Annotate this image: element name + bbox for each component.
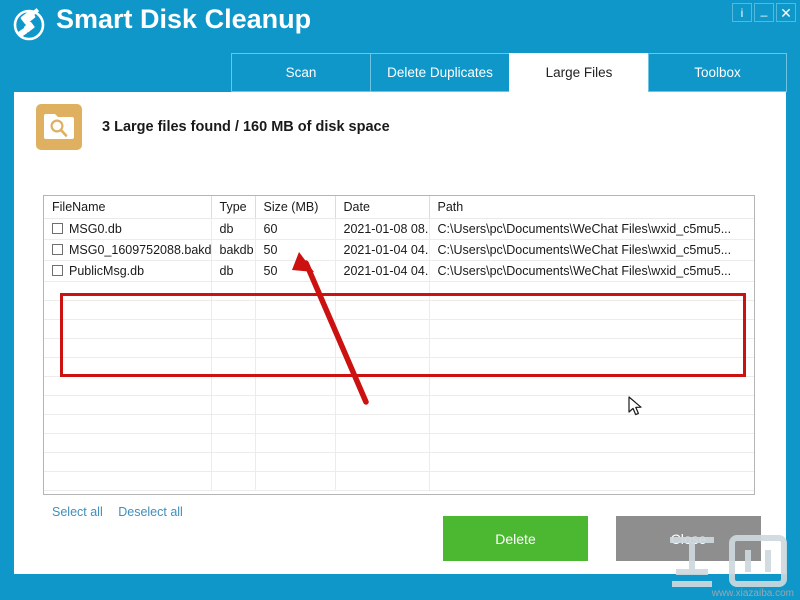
deselect-all-link[interactable]: Deselect all xyxy=(118,505,183,519)
folder-search-icon xyxy=(36,104,82,150)
column-header-type[interactable]: Type xyxy=(211,196,256,219)
cell-filename: PublicMsg.db xyxy=(44,260,212,282)
close-window-button[interactable]: ✕ xyxy=(776,3,796,22)
table-empty-row xyxy=(44,281,754,301)
table-empty-row xyxy=(44,395,754,415)
column-header-path[interactable]: Path xyxy=(429,196,754,219)
window-controls: i _ ✕ xyxy=(732,3,796,22)
results-summary: 3 Large files found / 160 MB of disk spa… xyxy=(102,119,390,135)
table-empty-row xyxy=(44,300,754,320)
filename-text: MSG0_1609752088.bakdb xyxy=(69,243,211,257)
file-table-panel[interactable]: FileName Type Size (MB) Date Path MSG0.d… xyxy=(43,195,755,495)
cell-size: 50 xyxy=(255,260,336,282)
cell-path: C:\Users\pc\Documents\WeChat Files\wxid_… xyxy=(429,260,754,282)
info-button[interactable]: i xyxy=(732,3,752,22)
cell-filename: MSG0_1609752088.bakdb xyxy=(44,239,212,261)
cell-path: C:\Users\pc\Documents\WeChat Files\wxid_… xyxy=(429,239,754,261)
row-checkbox[interactable] xyxy=(52,265,63,276)
close-button[interactable]: Close xyxy=(616,516,761,561)
row-checkbox[interactable] xyxy=(52,244,63,255)
file-table: FileName Type Size (MB) Date Path MSG0.d… xyxy=(44,196,754,491)
table-empty-row xyxy=(44,338,754,358)
cell-date: 2021-01-04 04... xyxy=(335,239,430,261)
select-all-link[interactable]: Select all xyxy=(52,505,103,519)
app-window: Smart Disk Cleanup i _ ✕ Scan Delete Dup… xyxy=(0,0,800,600)
table-row[interactable]: MSG0.db db 60 2021-01-08 08... C:\Users\pc\D… xyxy=(44,218,754,240)
column-header-size[interactable]: Size (MB) xyxy=(255,196,336,219)
table-row[interactable]: PublicMsg.db db 50 2021-01-04 04... C:\Users… xyxy=(44,260,754,282)
table-empty-row xyxy=(44,357,754,377)
cell-filename: MSG0.db xyxy=(44,218,212,240)
content-panel: 3 Large files found / 160 MB of disk spa… xyxy=(14,92,786,574)
column-header-date[interactable]: Date xyxy=(335,196,430,219)
filename-text: PublicMsg.db xyxy=(69,264,145,278)
titlebar: Smart Disk Cleanup i _ ✕ xyxy=(0,0,800,48)
tab-delete-duplicates[interactable]: Delete Duplicates xyxy=(370,53,509,92)
minimize-button[interactable]: _ xyxy=(754,3,774,22)
table-empty-row xyxy=(44,319,754,339)
results-header: 3 Large files found / 160 MB of disk spa… xyxy=(14,92,786,170)
cell-date: 2021-01-08 08... xyxy=(335,218,430,240)
filename-text: MSG0.db xyxy=(69,222,122,236)
delete-button[interactable]: Delete xyxy=(443,516,588,561)
table-empty-row xyxy=(44,376,754,396)
cell-path: C:\Users\pc\Documents\WeChat Files\wxid_… xyxy=(429,218,754,240)
disk-brush-icon xyxy=(9,6,49,44)
table-header-row: FileName Type Size (MB) Date Path xyxy=(44,196,754,219)
cell-type: bakdb xyxy=(211,239,256,261)
cell-size: 50 xyxy=(255,239,336,261)
table-empty-row xyxy=(44,414,754,434)
tab-toolbox[interactable]: Toolbox xyxy=(648,53,787,92)
cell-size: 60 xyxy=(255,218,336,240)
tabbar: Scan Delete Duplicates Large Files Toolb… xyxy=(231,53,787,92)
tab-scan[interactable]: Scan xyxy=(231,53,370,92)
cell-type: db xyxy=(211,260,256,282)
watermark-url: www.xiazaiba.com xyxy=(711,588,794,599)
file-table-body: MSG0.db db 60 2021-01-08 08... C:\Users\pc\D… xyxy=(44,218,754,491)
selection-links: Select all Deselect all xyxy=(52,505,195,519)
table-empty-row xyxy=(44,433,754,453)
table-row[interactable]: MSG0_1609752088.bakdb bakdb 50 2021-01-04 0… xyxy=(44,239,754,261)
app-title: Smart Disk Cleanup xyxy=(56,4,312,34)
row-checkbox[interactable] xyxy=(52,223,63,234)
cell-date: 2021-01-04 04... xyxy=(335,260,430,282)
column-header-filename[interactable]: FileName xyxy=(44,196,212,219)
table-empty-row xyxy=(44,452,754,472)
tab-large-files[interactable]: Large Files xyxy=(509,53,648,92)
table-empty-row xyxy=(44,471,754,491)
cell-type: db xyxy=(211,218,256,240)
